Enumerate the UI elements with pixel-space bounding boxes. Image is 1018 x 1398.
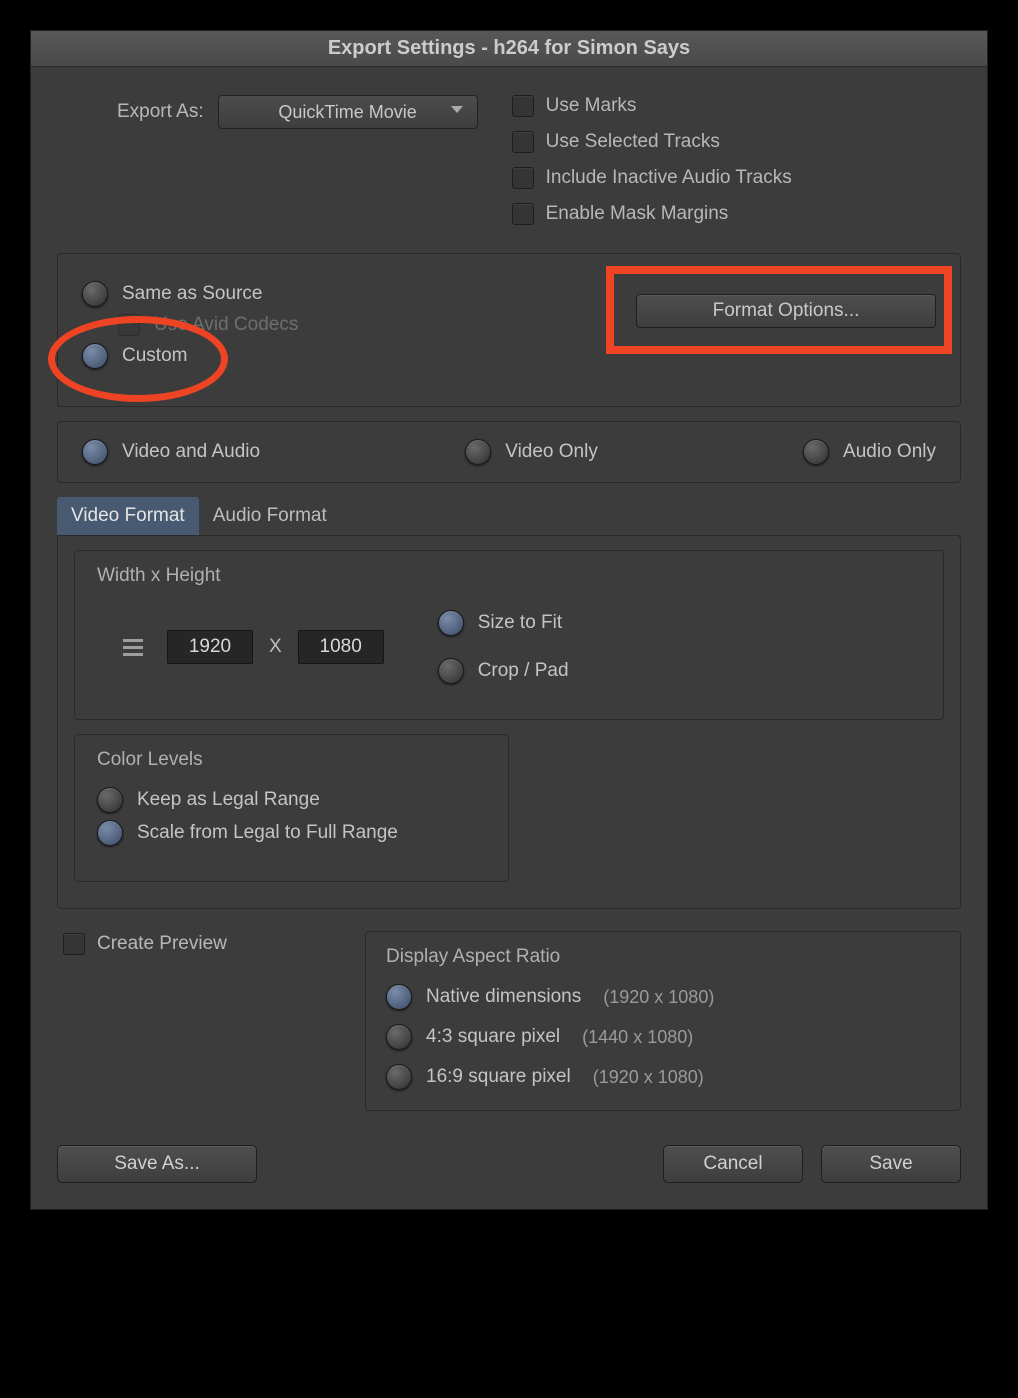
display-aspect-ratio-group: Display Aspect Ratio Native dimensions (… xyxy=(365,931,961,1111)
custom-label: Custom xyxy=(122,345,187,367)
width-input[interactable] xyxy=(167,630,253,664)
aspect-43-dim: (1440 x 1080) xyxy=(582,1027,693,1048)
include-inactive-audio-checkbox[interactable] xyxy=(512,167,534,189)
color-levels-title: Color Levels xyxy=(97,749,486,771)
video-only-radio[interactable] xyxy=(465,439,491,465)
same-as-source-label: Same as Source xyxy=(122,283,262,305)
width-height-group: Width x Height X Size to Fit xyxy=(74,550,944,720)
chevron-down-icon xyxy=(451,106,463,113)
use-avid-codecs-label: Use Avid Codecs xyxy=(154,314,298,336)
save-as-button[interactable]: Save As... xyxy=(57,1145,257,1183)
size-to-fit-label: Size to Fit xyxy=(478,612,562,634)
width-height-title: Width x Height xyxy=(97,565,921,587)
use-marks-label: Use Marks xyxy=(546,95,637,117)
scale-full-range-radio[interactable] xyxy=(97,820,123,846)
export-as-label: Export As: xyxy=(117,95,204,123)
enable-mask-margins-label: Enable Mask Margins xyxy=(546,203,729,225)
size-to-fit-radio[interactable] xyxy=(438,610,464,636)
crop-pad-radio[interactable] xyxy=(438,658,464,684)
create-preview-checkbox[interactable] xyxy=(63,933,85,955)
include-inactive-audio-label: Include Inactive Audio Tracks xyxy=(546,167,792,189)
keep-legal-range-radio[interactable] xyxy=(97,787,123,813)
video-format-panel: Width x Height X Size to Fit xyxy=(57,535,961,909)
aspect-native-dim: (1920 x 1080) xyxy=(603,987,714,1008)
aspect-title: Display Aspect Ratio xyxy=(386,946,940,968)
height-input[interactable] xyxy=(298,630,384,664)
aspect-43-radio[interactable] xyxy=(386,1024,412,1050)
audio-only-radio[interactable] xyxy=(803,439,829,465)
custom-radio[interactable] xyxy=(82,343,108,369)
video-only-label: Video Only xyxy=(505,441,598,463)
aspect-native-label: Native dimensions xyxy=(426,986,581,1008)
tab-video-format[interactable]: Video Format xyxy=(57,497,199,535)
color-levels-group: Color Levels Keep as Legal Range Scale f… xyxy=(74,734,509,882)
cancel-button[interactable]: Cancel xyxy=(663,1145,803,1183)
same-as-source-radio[interactable] xyxy=(82,281,108,307)
link-dimensions-icon[interactable] xyxy=(123,639,143,656)
dialog-title: Export Settings - h264 for Simon Says xyxy=(31,31,987,67)
aspect-native-radio[interactable] xyxy=(386,984,412,1010)
x-label: X xyxy=(269,636,282,658)
enable-mask-margins-checkbox[interactable] xyxy=(512,203,534,225)
tab-audio-format[interactable]: Audio Format xyxy=(199,497,341,535)
use-marks-checkbox[interactable] xyxy=(512,95,534,117)
aspect-169-label: 16:9 square pixel xyxy=(426,1066,571,1088)
video-and-audio-label: Video and Audio xyxy=(122,441,260,463)
content-type-group: Video and Audio Video Only Audio Only xyxy=(57,421,961,483)
source-mode-group: Same as Source Use Avid Codecs Custom Fo… xyxy=(57,253,961,407)
crop-pad-label: Crop / Pad xyxy=(478,660,569,682)
aspect-169-radio[interactable] xyxy=(386,1064,412,1090)
aspect-169-dim: (1920 x 1080) xyxy=(593,1067,704,1088)
save-button[interactable]: Save xyxy=(821,1145,961,1183)
export-as-value: QuickTime Movie xyxy=(278,102,416,123)
aspect-43-label: 4:3 square pixel xyxy=(426,1026,560,1048)
use-avid-codecs-checkbox xyxy=(118,314,140,336)
use-selected-tracks-label: Use Selected Tracks xyxy=(546,131,720,153)
video-and-audio-radio[interactable] xyxy=(82,439,108,465)
export-as-dropdown[interactable]: QuickTime Movie xyxy=(218,95,478,129)
format-options-button[interactable]: Format Options... xyxy=(636,294,936,328)
create-preview-label: Create Preview xyxy=(97,933,227,955)
scale-full-range-label: Scale from Legal to Full Range xyxy=(137,822,398,844)
export-settings-dialog: Export Settings - h264 for Simon Says Ex… xyxy=(30,30,988,1210)
audio-only-label: Audio Only xyxy=(843,441,936,463)
use-selected-tracks-checkbox[interactable] xyxy=(512,131,534,153)
keep-legal-range-label: Keep as Legal Range xyxy=(137,789,320,811)
